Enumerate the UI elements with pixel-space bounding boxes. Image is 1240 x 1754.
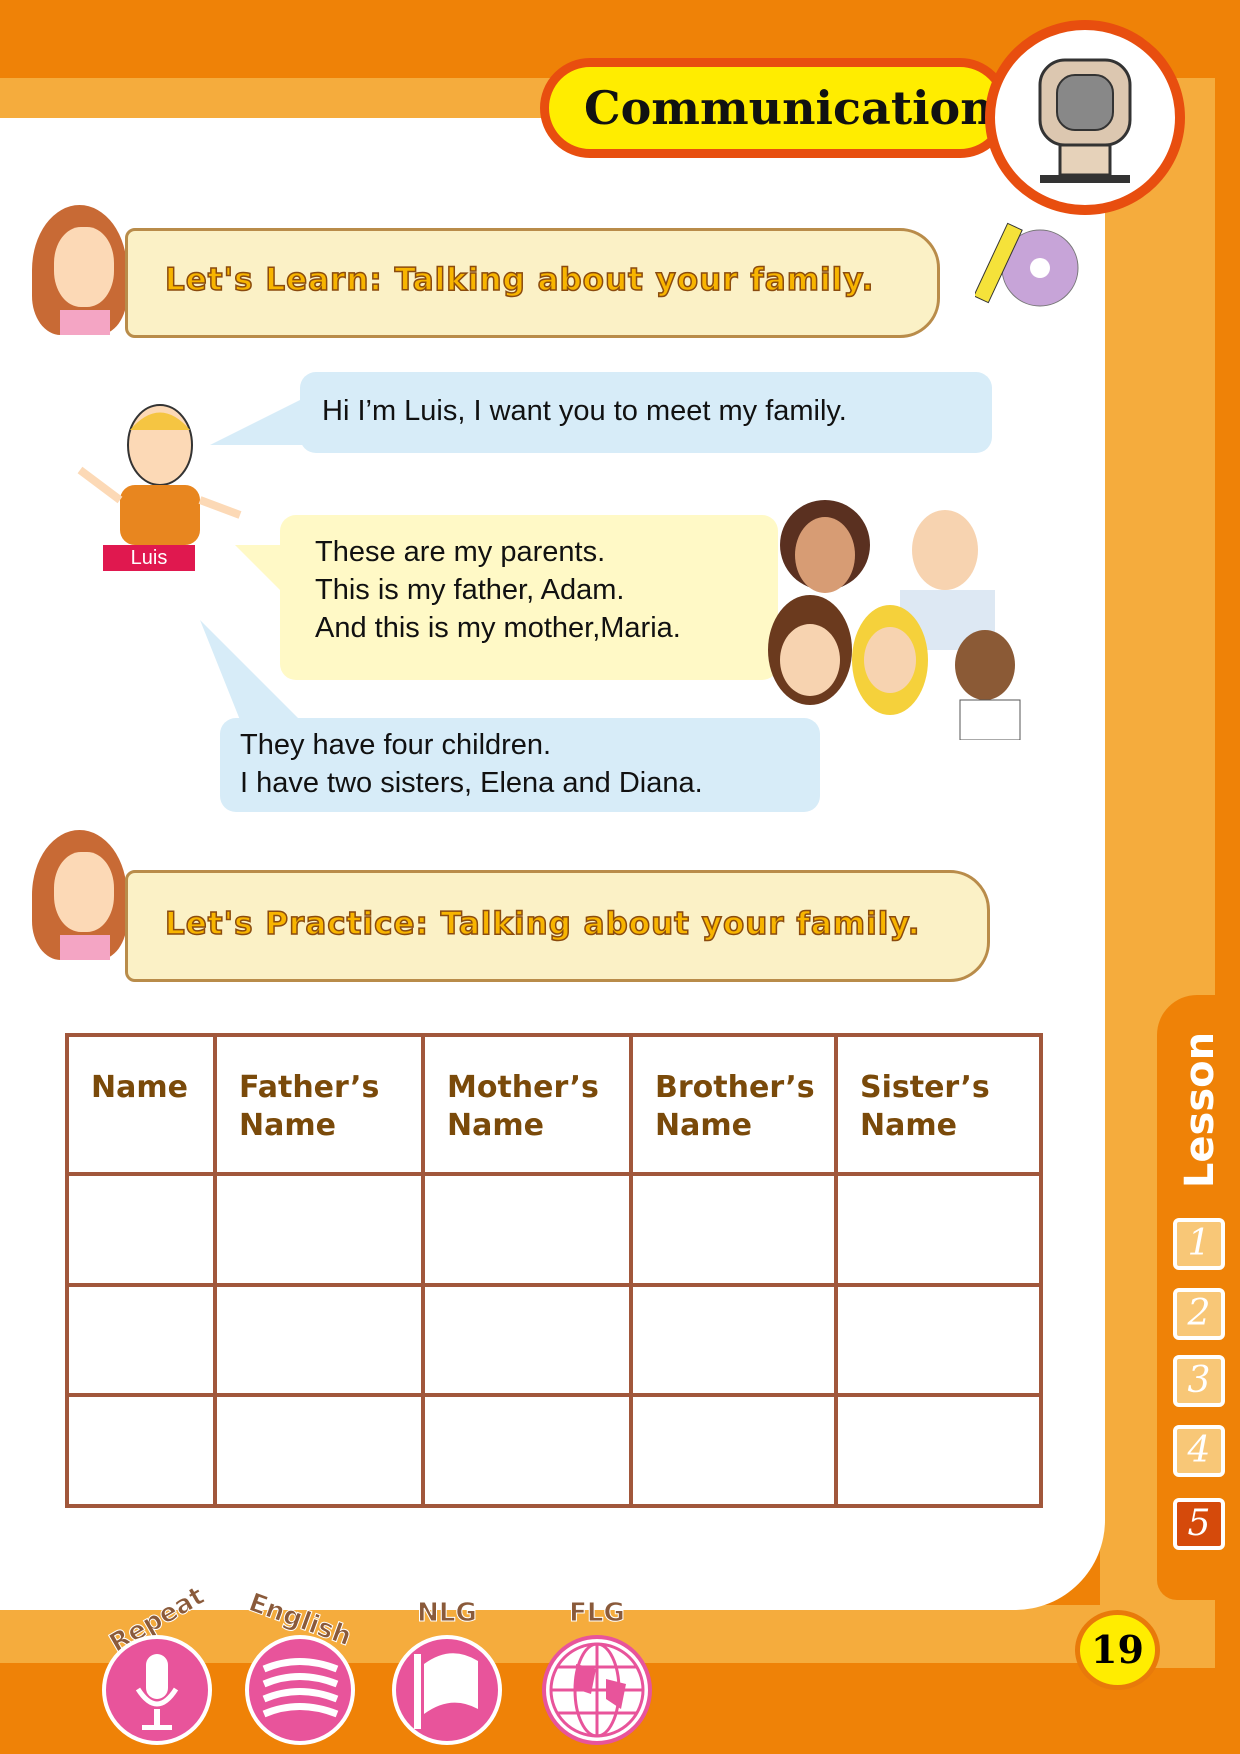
character-name-label: Luis: [103, 545, 195, 571]
section-title: Communication: [540, 58, 1010, 158]
flag-icon[interactable]: [392, 1635, 502, 1745]
bubble-line: This is my father, Adam.: [315, 574, 625, 606]
speech-bubble-3: They have four children. I have two sist…: [220, 718, 820, 812]
table-cell[interactable]: [65, 1393, 217, 1508]
lesson-3-button[interactable]: 3: [1173, 1355, 1225, 1407]
table-cell[interactable]: [834, 1172, 1043, 1287]
table-row: [65, 1393, 1043, 1508]
lesson-2-button[interactable]: 2: [1173, 1288, 1225, 1340]
girl-avatar-icon: [32, 205, 127, 335]
header-sister: Sister’s Name: [834, 1033, 1043, 1176]
bubble-tail: [200, 620, 300, 720]
badge-label-flg: FLG: [569, 1598, 626, 1629]
bubble-line: And this is my mother,Maria.: [315, 612, 681, 644]
cd-pen-icon: [973, 213, 1080, 313]
table-cell[interactable]: [65, 1282, 217, 1398]
badge-label-nlg: NLG: [417, 1598, 478, 1629]
robot-mascot-icon: [985, 20, 1185, 215]
table-cell[interactable]: [213, 1172, 425, 1287]
globe-icon[interactable]: [542, 1635, 652, 1745]
table-cell[interactable]: [629, 1172, 838, 1287]
header-father: Father’s Name: [213, 1033, 425, 1176]
learn-banner-text: Let's Learn: Talking about your family.: [164, 261, 875, 299]
table-cell[interactable]: [421, 1282, 633, 1398]
us-flag-icon[interactable]: [245, 1635, 355, 1745]
bubble-text: Hi I’m Luis, I want you to meet my famil…: [322, 395, 847, 427]
table-cell[interactable]: [213, 1282, 425, 1398]
lesson-1-button[interactable]: 1: [1173, 1218, 1225, 1270]
table-cell[interactable]: [213, 1393, 425, 1508]
table-cell[interactable]: [629, 1282, 838, 1398]
table-cell[interactable]: [629, 1393, 838, 1508]
lesson-5-button[interactable]: 5: [1173, 1498, 1225, 1550]
table-cell[interactable]: [421, 1393, 633, 1508]
table-header-row: Name Father’s Name Mother’s Name Brother’s…: [65, 1033, 1043, 1176]
lesson-label: Lesson: [1177, 1031, 1224, 1189]
table-cell[interactable]: [65, 1172, 217, 1287]
microphone-icon[interactable]: [102, 1635, 212, 1745]
bubble-line: These are my parents.: [315, 536, 606, 568]
girl-avatar-icon: [32, 830, 127, 960]
family-table: Name Father’s Name Mother’s Name Brother’s…: [65, 1033, 1043, 1508]
header-mother: Mother’s Name: [421, 1033, 633, 1176]
table-cell[interactable]: [834, 1282, 1043, 1398]
bubble-line: They have four children.: [240, 729, 552, 761]
page-number: 19: [1075, 1610, 1160, 1690]
lesson-4-button[interactable]: 4: [1173, 1425, 1225, 1477]
table-row: [65, 1282, 1043, 1398]
bubble-tail: [210, 395, 310, 445]
table-cell[interactable]: [834, 1393, 1043, 1508]
table-cell[interactable]: [421, 1172, 633, 1287]
family-illustration-icon: [765, 500, 1035, 741]
practice-banner-text: Let's Practice: Talking about your famil…: [164, 905, 921, 943]
header-name: Name: [65, 1033, 217, 1176]
lesson-tab: Lesson 1 2 3 4 5: [1157, 995, 1240, 1600]
bubble-line: I have two sisters, Elena and Diana.: [240, 767, 703, 799]
table-row: [65, 1172, 1043, 1287]
header-brother: Brother’s Name: [629, 1033, 838, 1176]
speech-bubble-1: Hi I’m Luis, I want you to meet my famil…: [300, 372, 992, 453]
speech-bubble-2: These are my parents. This is my father,…: [280, 515, 778, 680]
